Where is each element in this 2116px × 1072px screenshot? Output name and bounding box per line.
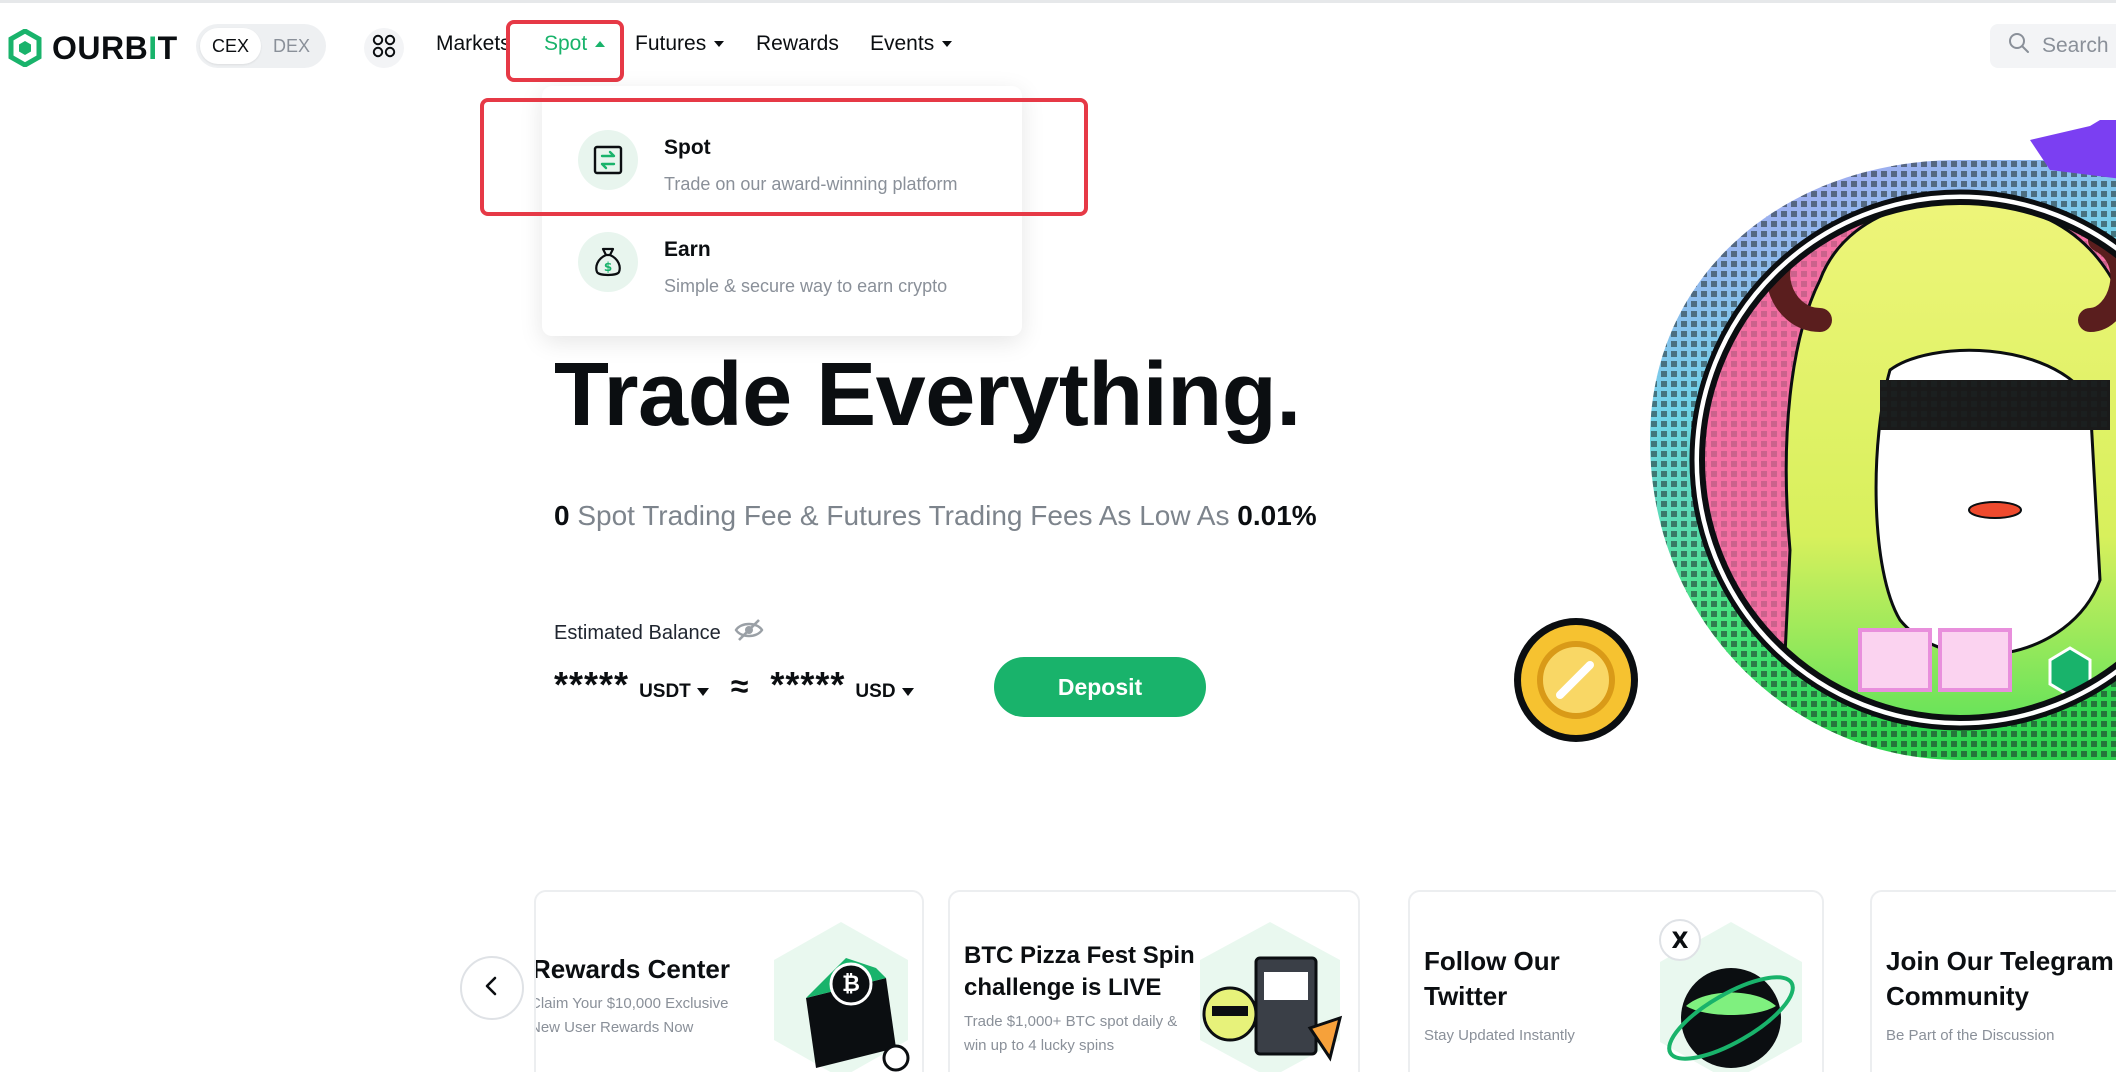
nav-futures[interactable]: Futures	[635, 32, 725, 56]
search-placeholder: Search	[2042, 34, 2109, 57]
chevron-down-icon	[696, 688, 709, 696]
card-desc: Be Part of the Discussion	[1886, 1027, 2055, 1044]
balance-row: ***** USDT ≈ ***** USD	[554, 664, 914, 706]
card-title: Rewards Center	[534, 954, 730, 984]
dropdown-earn-title: Earn	[664, 238, 711, 261]
exchange-toggle: CEX DEX	[196, 24, 326, 68]
deposit-button[interactable]: Deposit	[994, 657, 1206, 717]
svg-text:$: $	[604, 260, 612, 274]
nav-events-label: Events	[870, 32, 935, 55]
nav-rewards-label: Rewards	[756, 32, 839, 55]
hero-subtitle: 0 Spot Trading Fee & Futures Trading Fee…	[554, 500, 1317, 531]
card-desc: Trade $1,000+ BTC spot daily & win up to …	[964, 1013, 1178, 1054]
card-title: BTC Pizza Fest Spin challenge is LIVE	[964, 942, 1195, 1002]
unit-usd: USD	[855, 681, 896, 702]
estimated-balance-label: Estimated Balance	[554, 618, 765, 648]
nav-markets-label: Markets	[436, 32, 511, 55]
search-icon	[2008, 32, 2030, 60]
card-desc: Claim Your $10,000 Exclusive New User Rew…	[534, 995, 729, 1036]
nav-futures-label: Futures	[635, 32, 707, 55]
top-border	[0, 0, 2116, 3]
card-title: Join Our Telegram Community	[1886, 946, 2114, 1012]
highlight-spot-nav	[506, 20, 624, 82]
money-bag-icon: $	[578, 232, 638, 292]
pizza-slot-icon	[1190, 918, 1350, 1072]
balance-label-text: Estimated Balance	[554, 621, 721, 644]
carousel-prev-button[interactable]	[460, 956, 524, 1020]
card-rewards-center[interactable]: Rewards Center Claim Your $10,000 Exclus…	[534, 890, 924, 1072]
card-telegram[interactable]: Join Our Telegram Community Be Part of th…	[1870, 890, 2116, 1072]
brand-logo[interactable]: OURBIT	[8, 28, 178, 68]
card-desc: Stay Updated Instantly	[1424, 1027, 1575, 1044]
card-title: Follow Our Twitter	[1424, 946, 1560, 1012]
svg-text:X: X	[1672, 929, 1689, 954]
toggle-cex[interactable]: CEX	[200, 28, 261, 64]
rewards-box-icon: ₿	[766, 918, 916, 1072]
chevron-down-icon	[714, 41, 725, 47]
svg-text:₿: ₿	[842, 972, 860, 997]
approx-sign: ≈	[730, 668, 749, 704]
logo-hexagon-icon	[8, 29, 42, 67]
chevron-down-icon	[942, 41, 953, 47]
dropdown-earn-desc: Simple & secure way to earn crypto	[664, 276, 948, 296]
card-twitter[interactable]: Follow Our Twitter Stay Updated Instantly…	[1408, 890, 1824, 1072]
balance-secondary-value: *****	[770, 664, 846, 705]
grid-icon	[372, 34, 396, 63]
twitter-globe-icon: X	[1646, 918, 1816, 1072]
brand-name: OURBIT	[52, 29, 178, 66]
unit-usdt: USDT	[639, 681, 691, 702]
hero-title: Trade Everything.	[554, 345, 1301, 445]
search-box[interactable]: Search	[1990, 24, 2116, 68]
card-btc-pizza[interactable]: BTC Pizza Fest Spin challenge is LIVE Tra…	[948, 890, 1360, 1072]
dropdown-item-earn[interactable]: $ Earn Simple & secure way to earn crypt…	[578, 232, 947, 297]
hero-character-illustration	[1490, 120, 2116, 800]
apps-button[interactable]	[364, 28, 404, 68]
currency-select-usd[interactable]: USD	[855, 681, 914, 703]
highlight-spot-menu-item	[480, 98, 1088, 216]
chevron-left-icon	[480, 974, 504, 1003]
eye-off-icon[interactable]	[733, 618, 765, 648]
nav-markets[interactable]: Markets	[436, 32, 512, 56]
nav-events[interactable]: Events	[870, 32, 953, 56]
toggle-dex[interactable]: DEX	[261, 28, 322, 64]
chevron-down-icon	[901, 688, 914, 696]
nav-rewards[interactable]: Rewards	[756, 32, 839, 56]
currency-select-usdt[interactable]: USDT	[639, 681, 709, 703]
balance-primary-value: *****	[554, 664, 630, 705]
